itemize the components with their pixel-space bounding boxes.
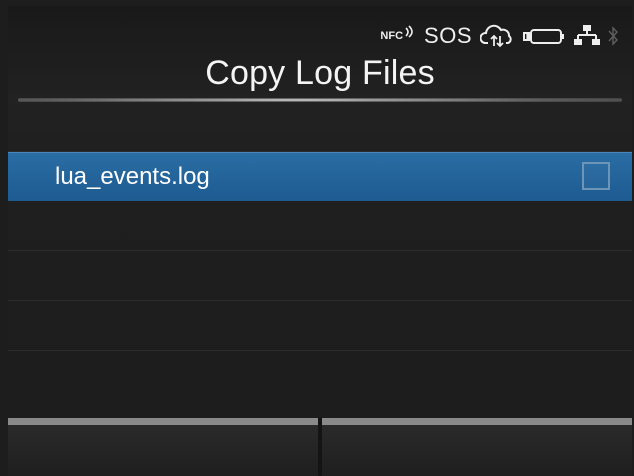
network-icon: [574, 24, 600, 48]
sos-indicator: SOS: [424, 23, 472, 48]
softkey-left[interactable]: [8, 418, 318, 476]
list-separator: [8, 250, 632, 251]
softkey-bar: [8, 418, 632, 476]
file-name: lua_events.log: [55, 163, 210, 190]
file-checkbox[interactable]: [582, 162, 610, 190]
list-separator: [8, 300, 632, 301]
softkey-right[interactable]: [322, 418, 632, 476]
nfc-label: NFC: [380, 30, 404, 42]
file-list: lua_events.log: [8, 102, 632, 420]
printer-display: NFC SOS Copy Log Files lua_events.log: [8, 6, 632, 476]
page-title: Copy Log Files: [205, 54, 435, 92]
cloud-sync-icon: [480, 24, 514, 48]
nfc-icon: NFC: [380, 25, 416, 42]
battery-icon: [522, 26, 566, 46]
bluetooth-icon: [608, 25, 618, 47]
status-bar: NFC SOS: [380, 22, 618, 50]
list-separator: [8, 350, 632, 351]
header: NFC SOS Copy Log Files: [8, 6, 632, 102]
list-item[interactable]: lua_events.log: [8, 152, 632, 201]
